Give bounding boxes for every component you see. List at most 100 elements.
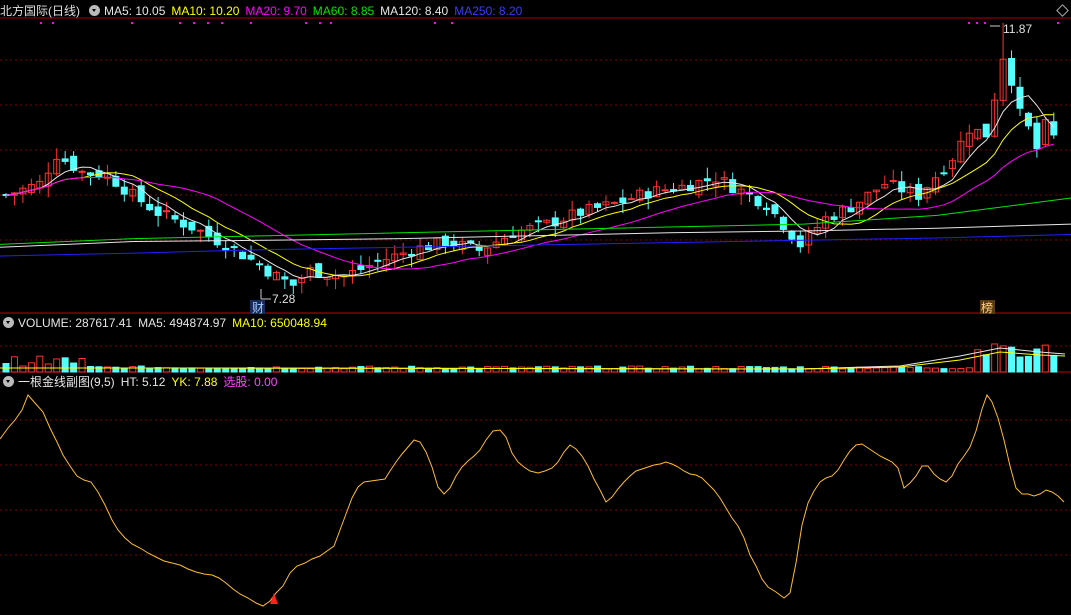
volume-bar: [501, 365, 509, 373]
signal-dot: [193, 22, 195, 24]
down-candle: [703, 178, 711, 182]
signal-dot: [968, 22, 970, 24]
volume-bar: [306, 368, 314, 373]
volume-bar: [1008, 346, 1016, 373]
ma120-line: [0, 223, 1071, 248]
down-candle: [594, 203, 601, 208]
signal-dot: [179, 22, 181, 24]
down-candle: [763, 207, 770, 210]
volume-bar: [678, 366, 686, 373]
ht-line: [0, 393, 1065, 607]
signal-dot: [434, 22, 436, 24]
volume-bar: [36, 355, 44, 373]
volume-bar: [661, 366, 669, 373]
volume-bar: [779, 366, 787, 373]
volume-bar: [965, 367, 973, 373]
volume-bar: [898, 366, 906, 373]
volume-bar: [1041, 344, 1049, 373]
volume-bar: [222, 368, 230, 373]
ma10-value: MA10: 10.20: [171, 4, 240, 18]
ma120-value: MA120: 8.40: [380, 4, 449, 18]
down-candle: [779, 216, 787, 230]
down-candle: [830, 216, 838, 220]
signal-arrow-icon: [270, 593, 278, 604]
signal-dot: [250, 22, 252, 24]
volume-bar: [408, 365, 416, 373]
volume-bar: [915, 366, 923, 373]
down-candle: [154, 206, 162, 216]
down-candle: [940, 172, 948, 175]
volume-bar: [577, 366, 585, 373]
ma5-value: MA5: 10.05: [104, 4, 166, 18]
indicator-header: 一根金线副图(9,5) HT: 5.12 YK: 7.88 选股: 0.00: [0, 373, 283, 391]
ht-value: HT: 5.12: [120, 375, 166, 389]
down-candle: [120, 186, 128, 195]
down-candle: [264, 265, 272, 277]
volume-bar: [864, 368, 872, 373]
volume-bar: [467, 366, 475, 373]
volume-header: VOLUME: 287617.41 MA5: 494874.97 MA10: 650…: [0, 314, 333, 332]
signal-dot: [451, 22, 453, 24]
up-candle: [78, 170, 86, 173]
ma20-line: [5, 143, 1054, 270]
down-candle: [982, 123, 990, 138]
volume-bar: [365, 365, 373, 373]
volume-bar: [763, 367, 770, 373]
volume-bar: [78, 357, 86, 373]
down-candle: [796, 235, 804, 248]
signal-dot: [330, 22, 332, 24]
dropdown-icon[interactable]: [3, 376, 14, 387]
down-candle: [61, 158, 69, 162]
volume-bar: [906, 366, 914, 373]
ma20-value: MA20: 9.70: [245, 4, 307, 18]
chart-canvas[interactable]: 7.28 11.87 财 榜: [0, 0, 1071, 615]
down-candle: [1033, 122, 1041, 150]
volume-bar: [982, 354, 990, 373]
volume-bar: [239, 367, 247, 373]
dropdown-icon[interactable]: [3, 317, 14, 328]
main-chart-header: 北方国际(日线) MA5: 10.05 MA10: 10.20 MA20: 9.70 M…: [0, 2, 528, 20]
down-candle: [425, 245, 432, 251]
volume-bar: [923, 367, 931, 373]
volume-bar: [458, 366, 466, 373]
up-candle: [610, 201, 618, 204]
volume-bar: [948, 368, 956, 373]
down-candle: [230, 246, 238, 249]
volume-bar: [543, 365, 551, 373]
signal-dot: [319, 22, 321, 24]
down-candle: [357, 265, 365, 271]
signal-dot: [305, 22, 307, 24]
pick-value: 选股: 0.00: [223, 375, 278, 389]
signal-dot: [976, 22, 978, 24]
volume-bar: [517, 366, 525, 373]
volume-bar: [847, 367, 855, 373]
volume-ma5-value: MA5: 494874.97: [138, 316, 227, 330]
down-candle: [256, 263, 263, 266]
volume-bar: [484, 366, 492, 373]
volume-bar: [213, 368, 221, 373]
down-candle: [247, 254, 255, 260]
volume-ma5-line: [0, 347, 1066, 370]
volume-bar: [146, 368, 154, 373]
up-candle: [661, 189, 669, 192]
down-candle: [1008, 58, 1016, 86]
volume-bar: [281, 367, 289, 373]
signal-dot: [221, 22, 223, 24]
volume-bar: [357, 365, 365, 373]
up-candle: [889, 179, 897, 182]
volume-bar: [179, 368, 187, 373]
volume-bar: [1016, 356, 1024, 373]
low-price-label: 7.28: [272, 292, 296, 306]
down-candle: [205, 225, 213, 237]
volume-bar: [839, 368, 847, 373]
volume-bar: [534, 366, 542, 373]
candlestick-series[interactable]: [2, 23, 1058, 294]
moving-average-lines: [0, 95, 1071, 279]
volume-bar: [340, 368, 348, 373]
volume-bar: [771, 366, 779, 373]
indicator-line[interactable]: [0, 393, 1065, 607]
down-candle: [146, 203, 154, 211]
volume-bar: [399, 368, 407, 373]
down-candle: [87, 172, 94, 176]
dropdown-icon[interactable]: [89, 5, 100, 16]
